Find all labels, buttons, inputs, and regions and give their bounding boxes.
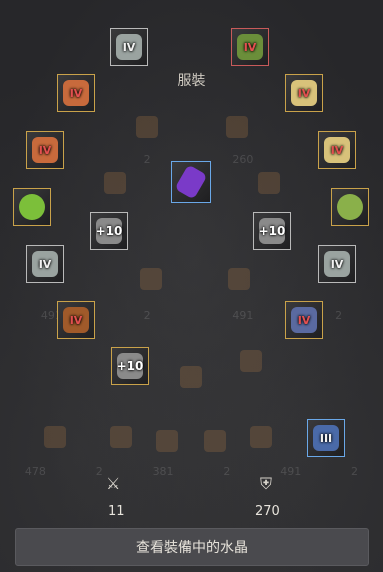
crystal-level: IV: [243, 40, 257, 54]
crystal-level: IV: [297, 313, 311, 327]
crystal-icon: [174, 164, 208, 200]
helmet-icon: [136, 116, 158, 138]
crystal-slot-left-4[interactable]: +10: [90, 212, 128, 250]
crystal-level: IV: [69, 86, 83, 100]
crystal-level: +10: [95, 224, 123, 238]
defense-value: 270: [255, 504, 280, 519]
crystal-level: IV: [38, 143, 52, 157]
crystal-slot-left-5[interactable]: IV: [26, 245, 64, 283]
crystal-slot-right-4[interactable]: +10: [253, 212, 291, 250]
view-equipped-crystals-button[interactable]: 查看裝備中的水晶: [15, 528, 369, 566]
crystal-slot-bottom-right[interactable]: III: [307, 419, 345, 457]
coat-icon: [250, 426, 272, 448]
ghost-text: 2: [143, 308, 151, 322]
emblem-icon: [44, 426, 66, 448]
crystal-slot-top-right[interactable]: IV: [231, 28, 269, 66]
crystal-slot-left-1[interactable]: IV: [57, 74, 95, 112]
ghost-text: 491: [280, 464, 302, 478]
crystal-icon: [19, 194, 45, 220]
shield-icon: ⛨: [260, 474, 273, 493]
crystal-slot-left-6[interactable]: IV: [57, 301, 95, 339]
boots-icon: [104, 172, 126, 194]
ghost-text: 2: [351, 464, 359, 478]
ghost-text: 478: [24, 464, 46, 478]
crystal-level: IV: [38, 257, 52, 271]
crystal-icon: [337, 194, 363, 220]
crystal-level: IV: [330, 143, 344, 157]
crystal-slot-top-left[interactable]: IV: [110, 28, 148, 66]
crystal-slot-right-1[interactable]: IV: [285, 74, 323, 112]
ghost-text: 2: [95, 464, 103, 478]
crystal-slot-left-7[interactable]: +10: [111, 347, 149, 385]
crystal-level: IV: [330, 257, 344, 271]
ghost-text: 2: [143, 152, 151, 166]
sword-icon: ⚔: [106, 474, 121, 493]
ghost-text: 381: [152, 464, 174, 478]
crystal-level: +10: [258, 224, 286, 238]
vest-icon: [228, 268, 250, 290]
crystal-level: IV: [122, 40, 136, 54]
crystal-slot-right-6[interactable]: IV: [285, 301, 323, 339]
crystal-level: III: [319, 431, 333, 445]
armor-icon: [226, 116, 248, 138]
crystal-slot-center[interactable]: [171, 161, 211, 203]
lips-icon: [204, 430, 226, 452]
crystal-level: IV: [69, 313, 83, 327]
ghost-text: 260: [232, 152, 254, 166]
ghost-text: 491: [232, 308, 254, 322]
crystal-level: IV: [297, 86, 311, 100]
crystal-slot-right-3[interactable]: [331, 188, 369, 226]
ghost-text: 2: [335, 308, 343, 322]
shield-icon: [240, 350, 262, 372]
knife-icon: [180, 366, 202, 388]
crystal-level: +10: [116, 359, 144, 373]
crystal-slot-right-5[interactable]: IV: [318, 245, 356, 283]
attack-value: 11: [108, 504, 125, 519]
dagger-icon: [140, 268, 162, 290]
crystal-slot-right-2[interactable]: IV: [318, 131, 356, 169]
ghost-row: 478 2 381 2 491 2: [0, 462, 383, 480]
scale-icon: [110, 426, 132, 448]
gloves-icon: [258, 172, 280, 194]
crystal-slot-left-3[interactable]: [13, 188, 51, 226]
crystal-slot-left-2[interactable]: IV: [26, 131, 64, 169]
earring-icon: [156, 430, 178, 452]
ghost-text: 2: [223, 464, 231, 478]
